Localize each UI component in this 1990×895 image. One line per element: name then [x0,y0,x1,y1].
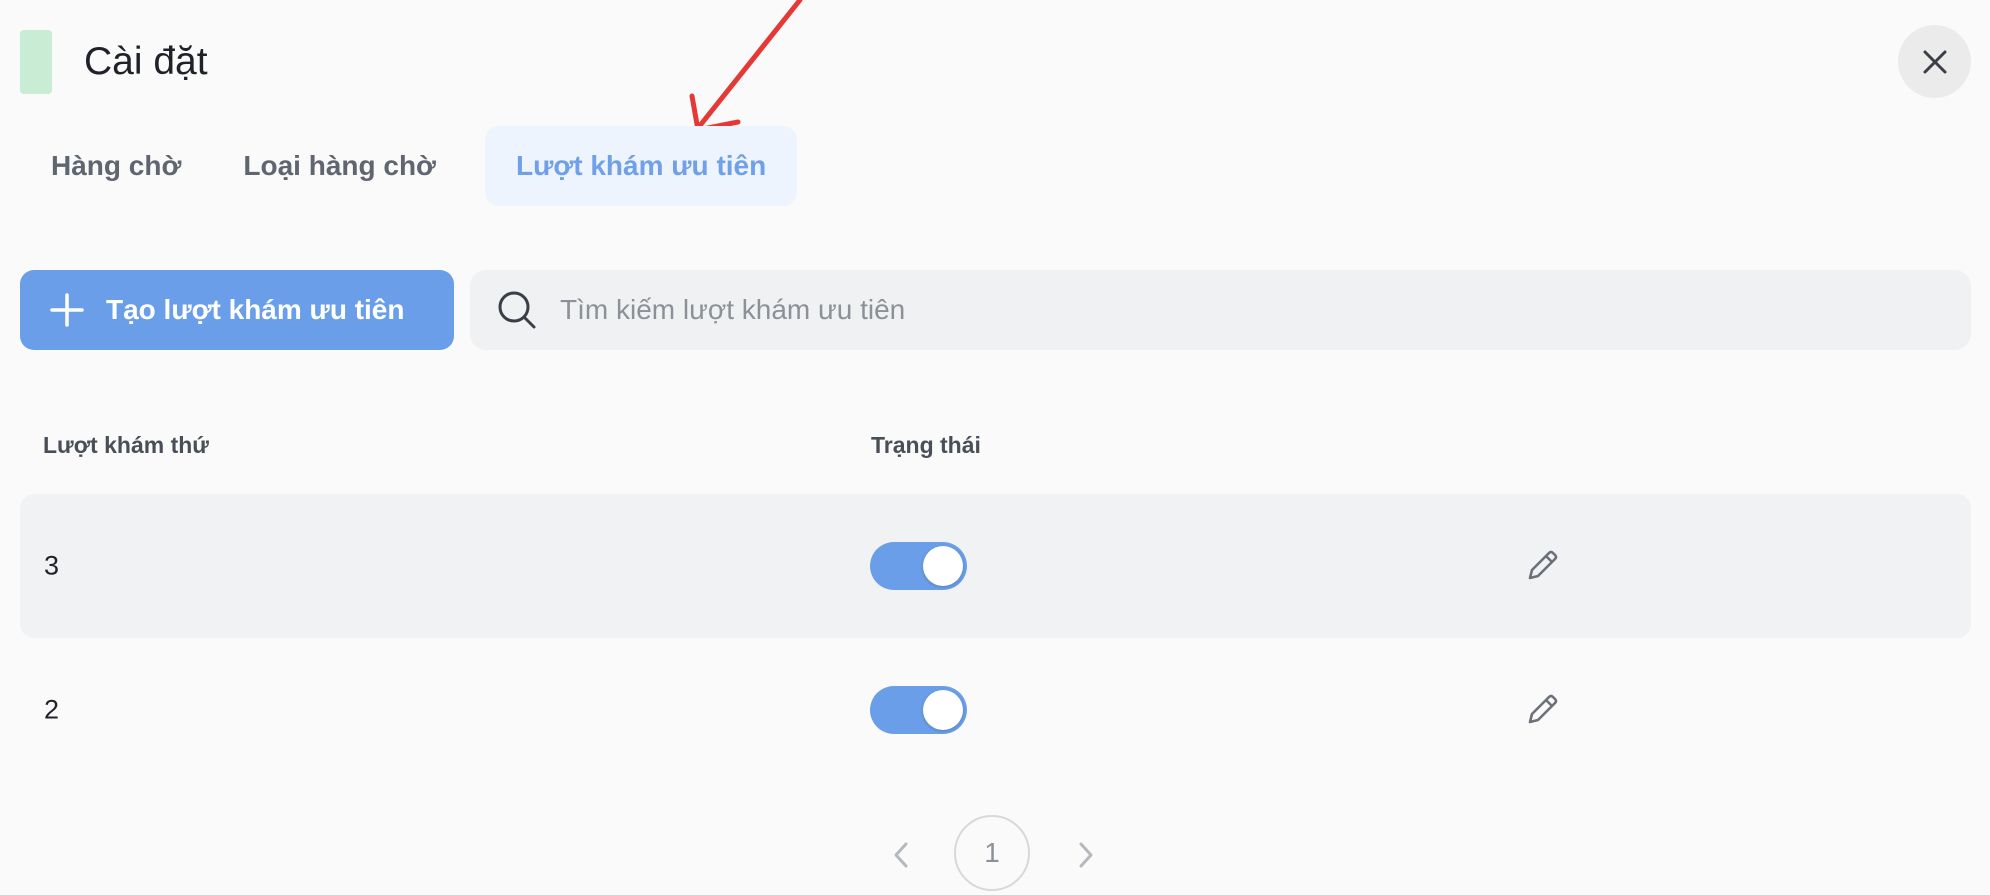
toggle-knob [923,690,963,730]
toggle-knob [923,546,963,586]
status-toggle[interactable] [870,542,967,590]
chevron-left-icon [894,842,908,868]
header-accent-bar [20,30,52,94]
status-toggle[interactable] [870,686,967,734]
create-button-label: Tạo lượt khám ưu tiên [106,294,405,325]
chevron-right-icon [1079,842,1093,868]
search-box [470,270,1971,350]
edit-button[interactable] [1520,688,1564,732]
create-priority-visit-button[interactable]: Tạo lượt khám ưu tiên [20,270,454,350]
page-header: Cài đặt [20,30,208,94]
toolbar: Tạo lượt khám ưu tiên [20,270,1971,350]
page-title: Cài đặt [84,40,208,83]
column-header-status: Trạng thái [871,432,981,458]
tab-queue[interactable]: Hàng chờ [20,126,212,206]
table-row: 2 [20,638,1971,782]
search-input[interactable] [558,293,1862,327]
close-icon [1923,50,1946,73]
plus-icon [50,293,84,327]
edit-button[interactable] [1520,544,1564,588]
pagination: 1 [0,815,1990,895]
next-page-button[interactable] [1068,837,1104,873]
tab-queue-type[interactable]: Loại hàng chờ [212,126,467,206]
page-number-button[interactable]: 1 [954,815,1030,891]
column-header-visit-number: Lượt khám thứ [43,432,209,458]
table-row: 3 [20,494,1971,638]
pencil-icon [1528,694,1558,724]
pencil-icon [1528,550,1558,580]
close-button[interactable] [1898,25,1971,98]
tab-priority-visits[interactable]: Lượt khám ưu tiên [484,126,798,206]
previous-page-button[interactable] [883,837,919,873]
visit-number-cell: 3 [44,550,60,581]
annotation-arrow-icon [689,0,803,133]
search-icon [496,289,538,331]
settings-tabs: Hàng chờ Loại hàng chờ Lượt khám ưu tiên [20,126,798,206]
visit-number-cell: 2 [44,694,60,725]
